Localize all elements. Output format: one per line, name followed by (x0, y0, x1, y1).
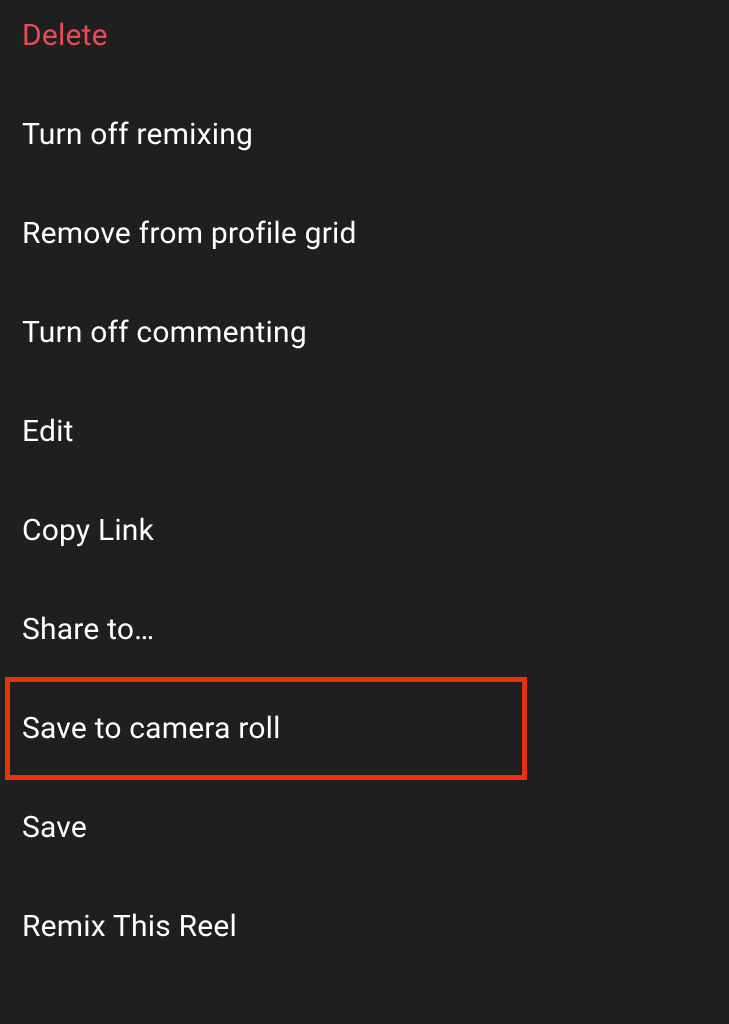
menu-item-label: Delete (22, 18, 108, 53)
menu-item-label: Save (22, 810, 87, 845)
menu-item-turn-off-remixing[interactable]: Turn off remixing (22, 85, 707, 184)
menu-item-label: Remove from profile grid (22, 216, 357, 251)
menu-item-remix-this-reel[interactable]: Remix This Reel (22, 877, 707, 976)
menu-item-delete[interactable]: Delete (22, 18, 707, 85)
menu-item-turn-off-commenting[interactable]: Turn off commenting (22, 283, 707, 382)
menu-item-share-to[interactable]: Share to… (22, 580, 707, 679)
menu-item-label: Turn off remixing (22, 117, 253, 152)
menu-item-label: Edit (22, 414, 74, 449)
menu-item-remove-from-profile-grid[interactable]: Remove from profile grid (22, 184, 707, 283)
menu-item-label: Remix This Reel (22, 909, 237, 944)
menu-item-save-to-camera-roll[interactable]: Save to camera roll (22, 679, 707, 778)
menu-item-label: Share to… (22, 612, 154, 647)
menu-item-label: Turn off commenting (22, 315, 307, 350)
menu-item-copy-link[interactable]: Copy Link (22, 481, 707, 580)
menu-item-edit[interactable]: Edit (22, 382, 707, 481)
menu-item-label: Copy Link (22, 513, 154, 548)
menu-item-label: Save to camera roll (22, 711, 281, 746)
menu-item-save[interactable]: Save (22, 778, 707, 877)
